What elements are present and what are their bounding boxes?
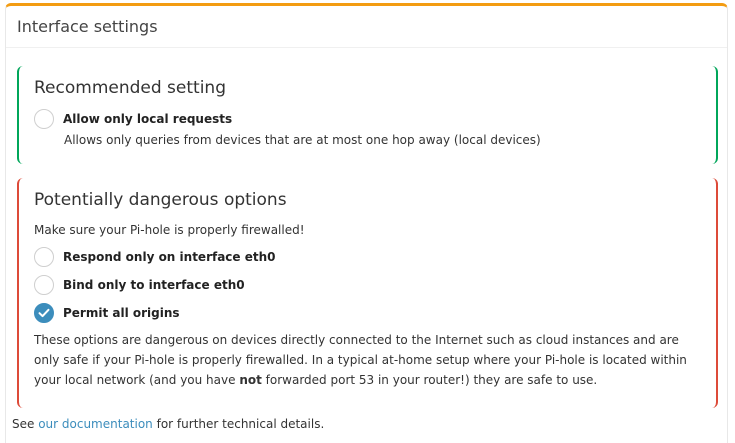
respond-eth0-radio[interactable] bbox=[34, 247, 54, 267]
recommended-settings-box: Recommended setting Allow only local req… bbox=[17, 66, 718, 164]
checkmark-icon bbox=[38, 308, 50, 318]
allow-local-requests-description: Allows only queries from devices that ar… bbox=[64, 133, 541, 147]
dangerous-options-description: These options are dangerous on devices d… bbox=[34, 330, 706, 390]
dangerous-description-emphasis: not bbox=[239, 373, 262, 387]
footer-prefix: See bbox=[12, 417, 39, 431]
allow-local-requests-label: Allow only local requests bbox=[63, 112, 233, 126]
panel-header: Interface settings bbox=[6, 6, 727, 48]
allow-local-requests-radio[interactable] bbox=[34, 109, 54, 129]
allow-local-requests-option[interactable]: Allow only local requests bbox=[34, 107, 232, 131]
bind-eth0-option[interactable]: Bind only to interface eth0 bbox=[34, 273, 245, 297]
documentation-footer: See our documentation for further techni… bbox=[12, 417, 324, 431]
respond-eth0-label: Respond only on interface eth0 bbox=[63, 250, 276, 264]
bind-eth0-radio[interactable] bbox=[34, 275, 54, 295]
interface-settings-panel: Interface settings Recommended setting A… bbox=[5, 3, 728, 443]
bind-eth0-label: Bind only to interface eth0 bbox=[63, 278, 245, 292]
dangerous-title: Potentially dangerous options bbox=[34, 190, 287, 210]
recommended-title: Recommended setting bbox=[34, 78, 226, 98]
permit-all-origins-radio[interactable] bbox=[34, 303, 54, 323]
permit-all-origins-option[interactable]: Permit all origins bbox=[34, 301, 180, 325]
panel-title: Interface settings bbox=[17, 17, 158, 36]
firewall-warning: Make sure your Pi-hole is properly firew… bbox=[34, 223, 305, 237]
footer-suffix: for further technical details. bbox=[152, 417, 325, 431]
dangerous-options-box: Potentially dangerous options Make sure … bbox=[17, 178, 718, 408]
respond-eth0-option[interactable]: Respond only on interface eth0 bbox=[34, 245, 276, 269]
dangerous-description-part-2: forwarded port 53 in your router!) they … bbox=[261, 373, 598, 387]
documentation-link[interactable]: our documentation bbox=[38, 417, 153, 431]
permit-all-origins-label: Permit all origins bbox=[63, 306, 180, 320]
